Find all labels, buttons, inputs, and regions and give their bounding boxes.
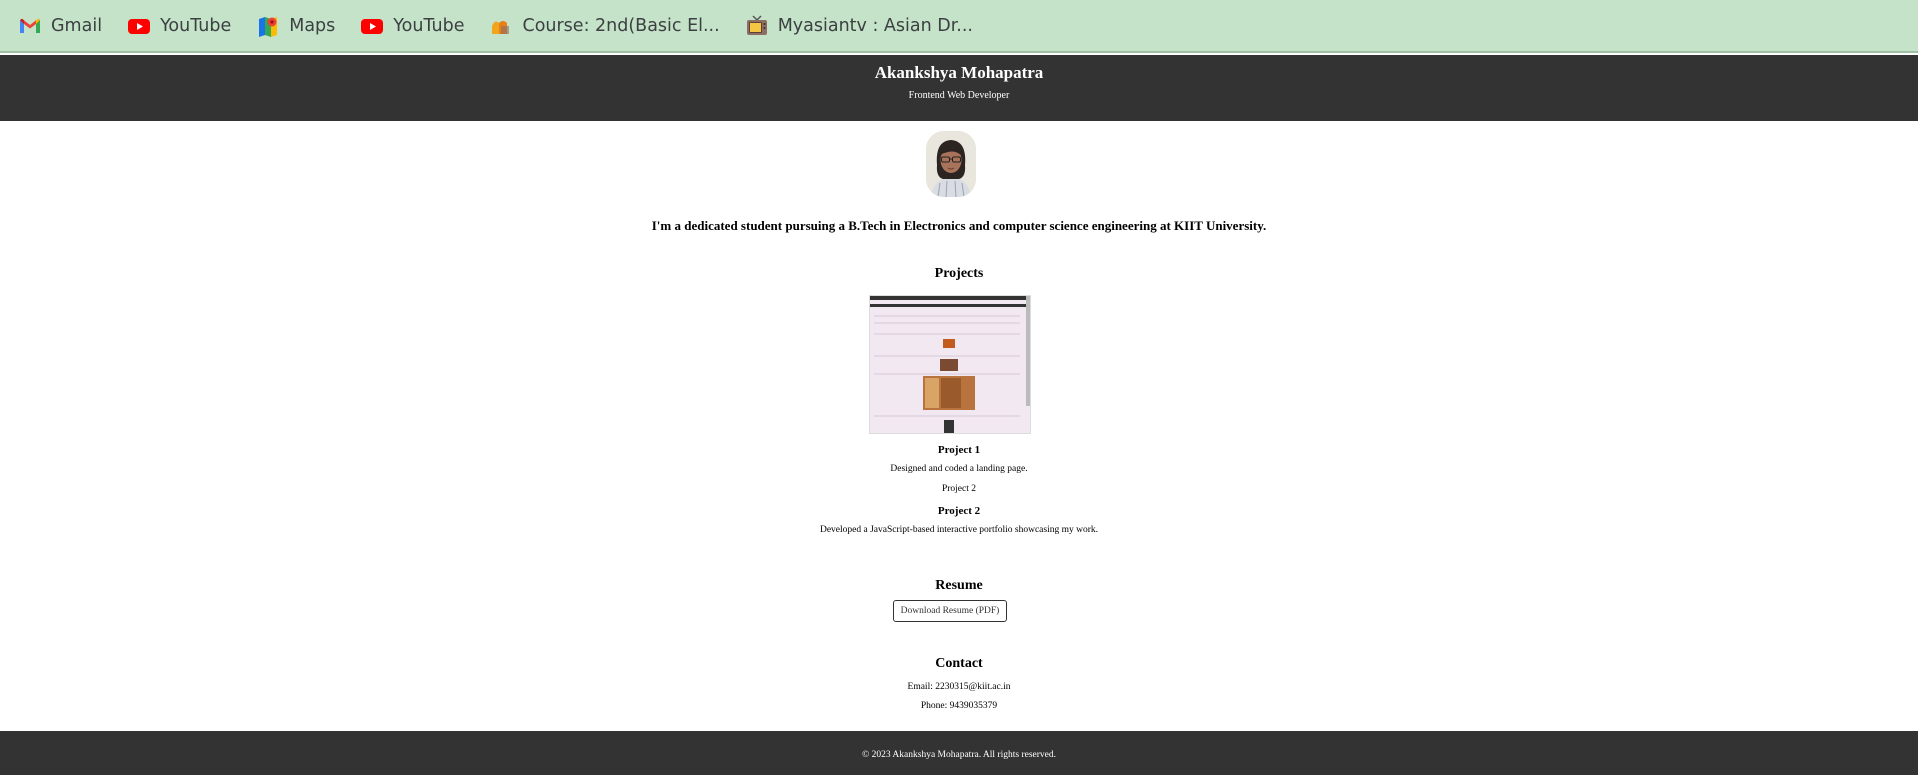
- bookmark-label: Gmail: [51, 15, 103, 36]
- project-1-title: Project 1: [937, 444, 981, 456]
- project-1-description: Designed and coded a landing page.: [890, 464, 1028, 474]
- intro-text: I'm a dedicated student pursuing a B.Tec…: [651, 218, 1267, 233]
- download-resume-button[interactable]: Download Resume (PDF): [893, 600, 1007, 622]
- resume-heading: Resume: [935, 578, 983, 593]
- bookmark-label: Course: 2nd(Basic El...: [522, 15, 720, 36]
- site-header: Akankshya Mohapatra Frontend Web Develop…: [0, 55, 1918, 121]
- bookmark-maps[interactable]: Maps: [256, 8, 343, 44]
- bookmarks-bar: Gmail YouTube Maps YouTube Course: 2nd(B…: [0, 0, 1918, 53]
- youtube-icon: [127, 14, 151, 38]
- youtube-icon: [360, 14, 384, 38]
- bookmark-label: Myasiantv : Asian Dr...: [777, 15, 973, 36]
- project-2-image: Project 2: [941, 484, 977, 494]
- bookmark-label: Maps: [289, 15, 336, 36]
- bookmark-myasiantv[interactable]: Myasiantv : Asian Dr...: [745, 8, 981, 44]
- bookmark-youtube-2[interactable]: YouTube: [360, 8, 472, 44]
- bookmark-course[interactable]: Course: 2nd(Basic El...: [489, 8, 727, 44]
- bookmark-label: YouTube: [393, 15, 465, 36]
- site-footer: © 2023 Akankshya Mohapatra. All rights r…: [0, 731, 1918, 775]
- bookmark-label: YouTube: [160, 15, 232, 36]
- project-2-description: Developed a JavaScript-based interactive…: [819, 525, 1099, 535]
- bookmark-gmail[interactable]: Gmail: [18, 8, 110, 44]
- tv-icon: [745, 14, 769, 38]
- site-subtitle: Frontend Web Developer: [908, 90, 1010, 101]
- contact-heading: Contact: [935, 656, 983, 671]
- gmail-icon: [18, 14, 42, 38]
- project-1-screenshot[interactable]: [869, 295, 1031, 434]
- bookmark-youtube[interactable]: YouTube: [127, 8, 239, 44]
- contact-phone: Phone: 9439035379: [920, 701, 998, 711]
- maps-icon: [256, 14, 280, 38]
- project-2-title: Project 2: [937, 505, 981, 517]
- contact-email: Email: 2230315@kiit.ac.in: [907, 682, 1011, 692]
- projects-heading: Projects: [934, 266, 984, 281]
- avatar: [926, 131, 976, 197]
- site-title: Akankshya Mohapatra: [874, 63, 1044, 82]
- footer-copyright: © 2023 Akankshya Mohapatra. All rights r…: [861, 750, 1056, 760]
- course-icon: [489, 14, 513, 38]
